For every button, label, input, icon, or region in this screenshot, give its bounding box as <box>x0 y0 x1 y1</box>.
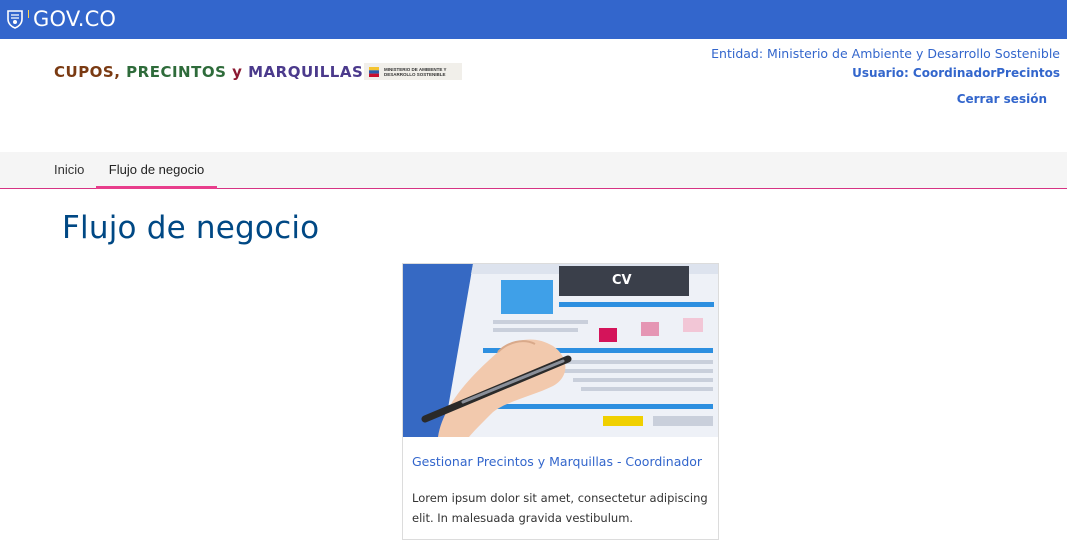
logo-part-marquillas: MARQUILLAS <box>248 63 364 81</box>
flow-card[interactable]: CV Gestionar Precintos y Marquillas - Co… <box>402 263 719 540</box>
user-label: Usuario: CoordinadorPrecintos <box>852 66 1060 80</box>
colombia-shield-icon <box>7 10 23 29</box>
ministry-logo-line-2: DESARROLLO SOSTENIBLE <box>384 71 446 77</box>
gov-co-bar: GOV.CO <box>0 0 1067 39</box>
logo-part-cupos: CUPOS, <box>54 63 127 81</box>
card-description: Lorem ipsum dolor sit amet, consectetur … <box>412 491 708 525</box>
gov-co-link[interactable]: GOV.CO <box>33 7 116 31</box>
logout-link[interactable]: Cerrar sesión <box>957 92 1047 106</box>
ministry-logo: MINISTERIO DE AMBIENTE Y DESARROLLO SOST… <box>364 63 462 80</box>
main-nav: Inicio Flujo de negocio <box>0 152 1067 189</box>
tab-flujo-de-negocio[interactable]: Flujo de negocio <box>96 152 217 189</box>
colombia-seal-icon <box>369 66 379 77</box>
svg-text:CV: CV <box>612 273 632 288</box>
ministry-logo-line-1: MINISTERIO DE AMBIENTE Y <box>384 66 447 72</box>
active-tab-indicator <box>96 186 217 189</box>
cupos-precintos-logo: CUPOS, PRECINTOS y MARQUILLAS <box>54 62 363 82</box>
card-image: CV <box>403 264 718 437</box>
entity-label: Entidad: Ministerio de Ambiente y Desarr… <box>711 46 1060 61</box>
page-title: Flujo de negocio <box>62 210 320 246</box>
logo-part-y: y <box>232 63 249 81</box>
logo-part-precintos: PRECINTOS <box>126 63 233 81</box>
cv-document-icon: CV <box>403 264 718 437</box>
brand-separator <box>28 10 29 18</box>
tab-inicio[interactable]: Inicio <box>54 152 84 188</box>
tab-flujo-label: Flujo de negocio <box>108 162 205 177</box>
card-title[interactable]: Gestionar Precintos y Marquillas - Coord… <box>412 454 712 470</box>
